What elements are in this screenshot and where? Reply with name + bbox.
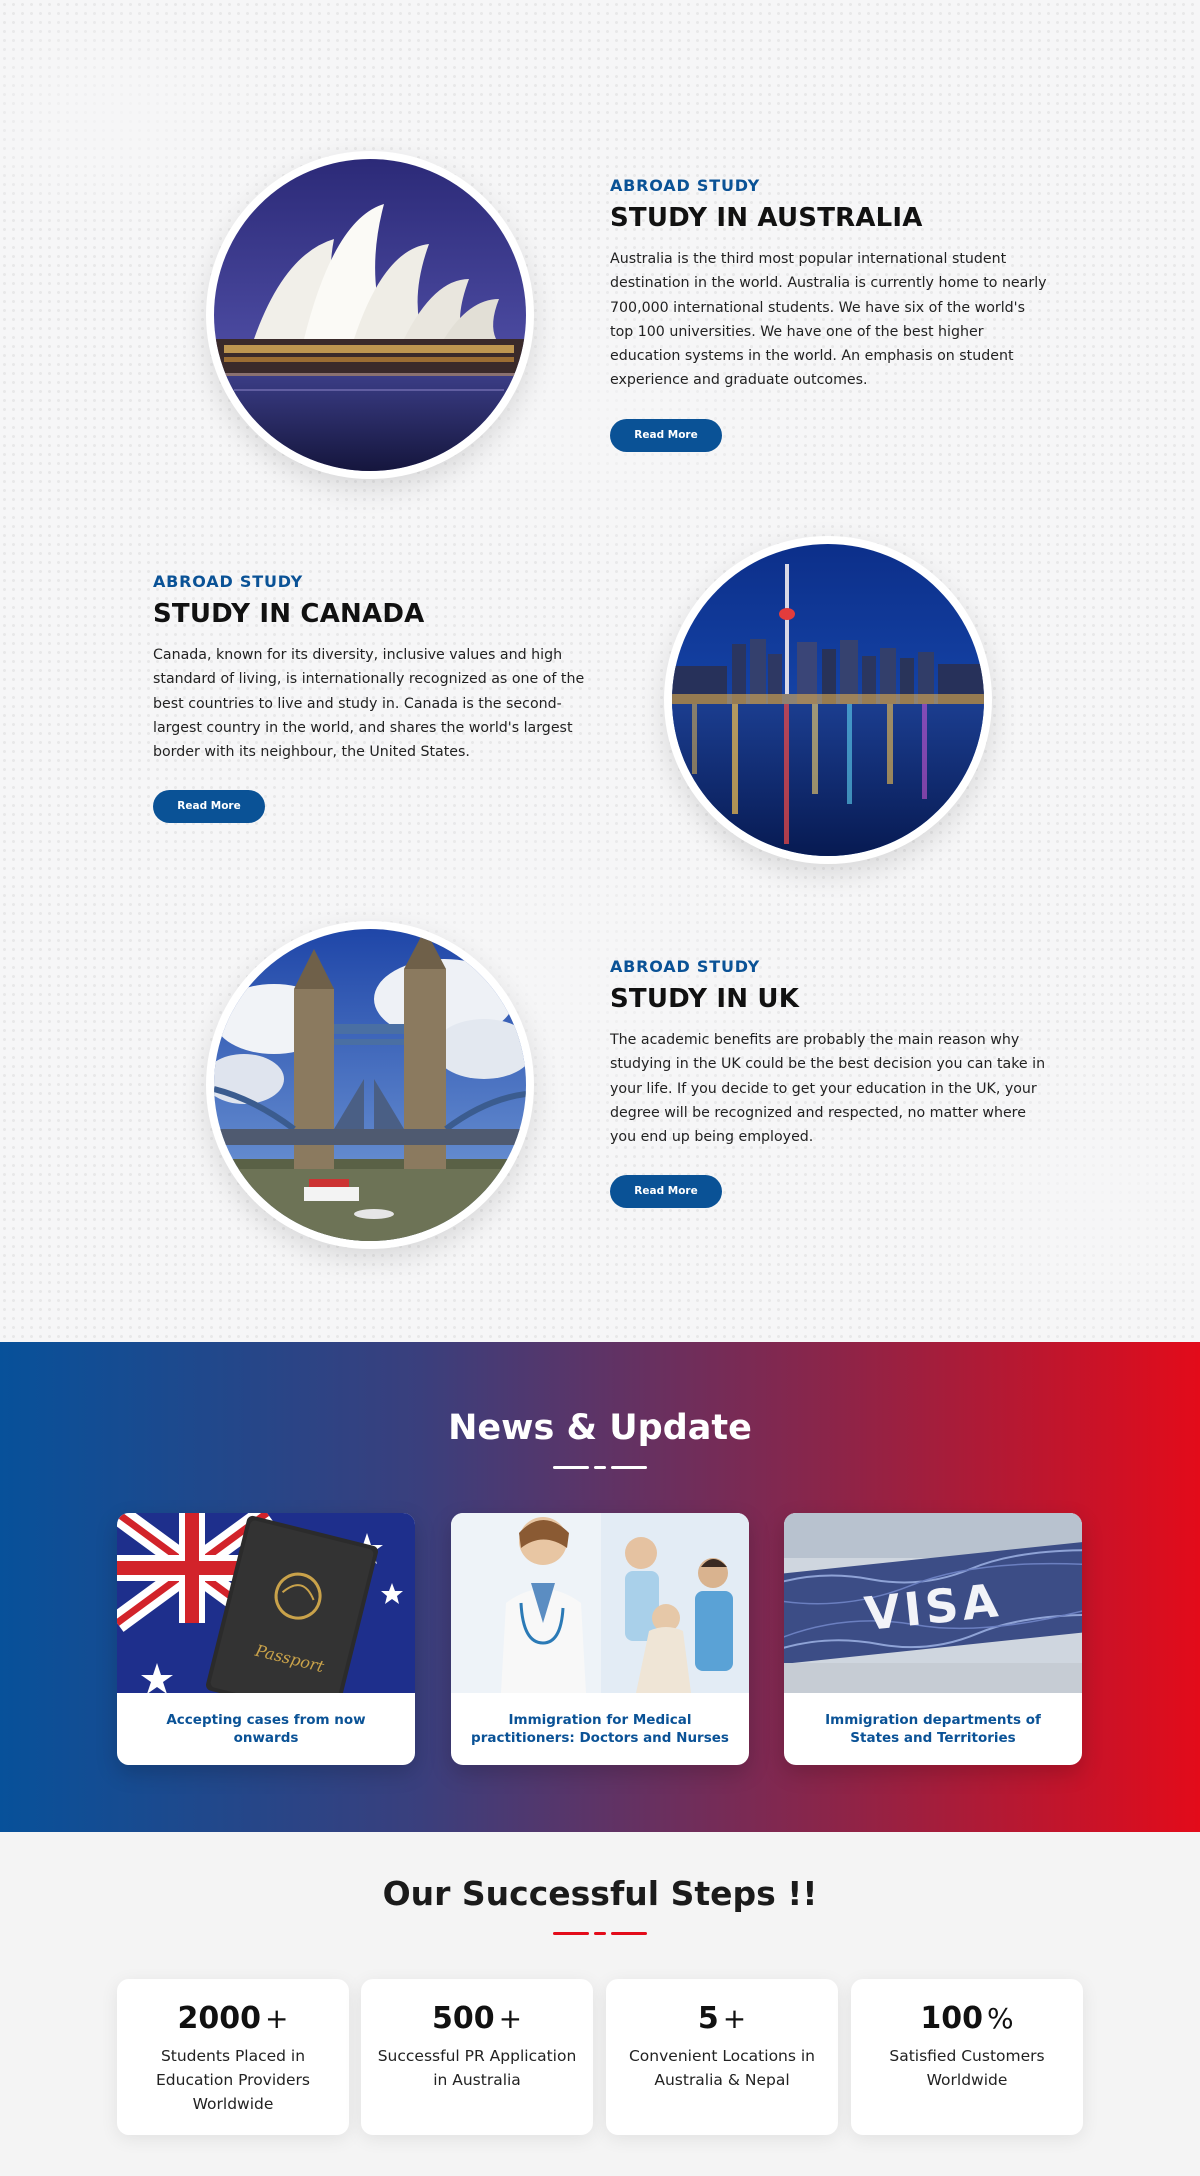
stat-card: 500 + Successful PR Application in Austra… [361,1979,593,2135]
canada-text-block: ABROAD STUDY STUDY IN CANADA Canada, kno… [153,572,593,824]
australia-title: STUDY IN AUSTRALIA [610,203,923,233]
stat-number: 5 + [697,2001,747,2036]
medical-staff-image [451,1513,749,1693]
visa-stamp-image: VISA [784,1513,1082,1693]
australian-passport-image: Passport [117,1513,415,1693]
news-card[interactable]: Immigration for Medical practitioners: D… [451,1513,749,1765]
uk-text-block: ABROAD STUDY STUDY IN UK The academic be… [610,957,1050,1209]
canada-read-more-button[interactable]: Read More [153,790,265,824]
stat-number: 2000 + [177,2001,289,2036]
canada-eyebrow: ABROAD STUDY [153,572,304,591]
australia-description: Australia is the third most popular inte… [610,251,1047,389]
stat-card: 100% Satisfied Customers Worldwide [851,1979,1083,2135]
stat-number: 100% [920,2001,1014,2036]
news-card-caption[interactable]: Immigration for Medical practitioners: D… [451,1693,749,1765]
stat-card: 5 + Convenient Locations in Australia & N… [606,1979,838,2135]
australia-image-circle [206,151,534,479]
stat-card: 2000 + Students Placed in Education Provi… [117,1979,349,2135]
news-card-caption[interactable]: Immigration departments of States and Te… [784,1693,1082,1765]
news-update-section: News & Update Passport Accepting cases f… [0,1342,1200,1832]
toronto-skyline-image [672,544,984,856]
successful-steps-section: Our Successful Steps !! 2000 + Students P… [0,1832,1200,2176]
stat-label: Satisfied Customers Worldwide [889,2047,1045,2089]
canada-description: Canada, known for its diversity, inclusi… [153,647,585,761]
stat-label: Students Placed in Education Providers W… [156,2047,310,2113]
sydney-opera-house-image [214,159,526,471]
canada-title: STUDY IN CANADA [153,599,425,629]
news-section-title: News & Update [448,1408,752,1448]
uk-description: The academic benefits are probably the m… [610,1032,1046,1146]
australia-read-more-button[interactable]: Read More [610,418,722,452]
stat-number: 500 + [431,2001,523,2036]
news-title-divider [553,1466,647,1470]
uk-read-more-button[interactable]: Read More [610,1175,722,1209]
uk-image-circle [206,921,534,1249]
study-abroad-section: ABROAD STUDY STUDY IN AUSTRALIA Australi… [0,0,1200,1342]
stat-label: Convenient Locations in Australia & Nepa… [628,2047,816,2089]
steps-title-divider [553,1932,647,1936]
steps-section-title: Our Successful Steps !! [382,1874,818,1913]
tower-bridge-image [214,929,526,1241]
australia-text-block: ABROAD STUDY STUDY IN AUSTRALIA Australi… [610,176,1050,452]
australia-eyebrow: ABROAD STUDY [610,176,761,195]
stat-label: Successful PR Application in Australia [377,2047,577,2089]
news-card[interactable]: Passport Accepting cases from now onward… [117,1513,415,1765]
uk-eyebrow: ABROAD STUDY [610,957,761,976]
canada-image-circle [664,536,992,864]
news-card[interactable]: VISA Immigration departments of States a… [784,1513,1082,1765]
uk-title: STUDY IN UK [610,984,800,1014]
news-card-caption[interactable]: Accepting cases from now onwards [117,1693,415,1765]
